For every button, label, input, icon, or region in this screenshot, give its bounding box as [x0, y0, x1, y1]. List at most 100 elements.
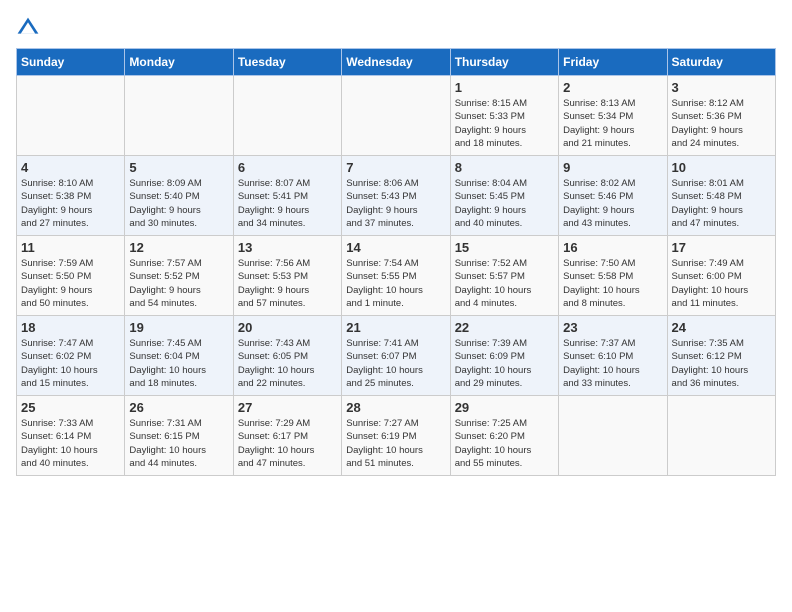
day-number: 16 [563, 240, 662, 255]
day-info: Sunrise: 8:04 AM Sunset: 5:45 PM Dayligh… [455, 177, 554, 230]
calendar-cell: 25 Sunrise: 7:33 AM Sunset: 6:14 PM Dayli… [17, 396, 125, 476]
calendar-cell: 4Sunrise: 8:10 AM Sunset: 5:38 PM Daylig… [17, 156, 125, 236]
calendar-cell: 15 Sunrise: 7:52 AM Sunset: 5:57 PM Dayli… [450, 236, 558, 316]
day-number: 13 [238, 240, 337, 255]
day-number: 28 [346, 400, 445, 415]
calendar-cell [17, 76, 125, 156]
week-row-2: 11 Sunrise: 7:59 AM Sunset: 5:50 PM Dayli… [17, 236, 776, 316]
calendar-cell: 23 Sunrise: 7:37 AM Sunset: 6:10 PM Dayli… [559, 316, 667, 396]
day-info: Sunrise: 7:43 AM Sunset: 6:05 PM Dayligh… [238, 337, 337, 390]
day-number: 23 [563, 320, 662, 335]
calendar-cell: 28 Sunrise: 7:27 AM Sunset: 6:19 PM Dayli… [342, 396, 450, 476]
calendar-cell: 10Sunrise: 8:01 AM Sunset: 5:48 PM Dayli… [667, 156, 775, 236]
day-info: Sunrise: 8:01 AM Sunset: 5:48 PM Dayligh… [672, 177, 771, 230]
day-number: 8 [455, 160, 554, 175]
header-tuesday: Tuesday [233, 49, 341, 76]
day-info: Sunrise: 7:27 AM Sunset: 6:19 PM Dayligh… [346, 417, 445, 470]
day-number: 25 [21, 400, 120, 415]
calendar-cell: 6Sunrise: 8:07 AM Sunset: 5:41 PM Daylig… [233, 156, 341, 236]
header [16, 16, 776, 40]
calendar-cell: 21 Sunrise: 7:41 AM Sunset: 6:07 PM Dayli… [342, 316, 450, 396]
calendar-cell: 2Sunrise: 8:13 AM Sunset: 5:34 PM Daylig… [559, 76, 667, 156]
day-info: Sunrise: 7:59 AM Sunset: 5:50 PM Dayligh… [21, 257, 120, 310]
calendar-cell: 5 Sunrise: 8:09 AM Sunset: 5:40 PM Daylig… [125, 156, 233, 236]
day-info: Sunrise: 7:25 AM Sunset: 6:20 PM Dayligh… [455, 417, 554, 470]
day-info: Sunrise: 7:50 AM Sunset: 5:58 PM Dayligh… [563, 257, 662, 310]
day-number: 21 [346, 320, 445, 335]
day-info: Sunrise: 8:02 AM Sunset: 5:46 PM Dayligh… [563, 177, 662, 230]
day-number: 4 [21, 160, 120, 175]
day-number: 22 [455, 320, 554, 335]
day-number: 20 [238, 320, 337, 335]
logo-icon [16, 16, 40, 40]
day-info: Sunrise: 8:15 AM Sunset: 5:33 PM Dayligh… [455, 97, 554, 150]
day-number: 27 [238, 400, 337, 415]
day-number: 5 [129, 160, 228, 175]
day-info: Sunrise: 7:33 AM Sunset: 6:14 PM Dayligh… [21, 417, 120, 470]
calendar-cell [559, 396, 667, 476]
calendar-cell [233, 76, 341, 156]
day-number: 11 [21, 240, 120, 255]
calendar-cell: 22 Sunrise: 7:39 AM Sunset: 6:09 PM Dayli… [450, 316, 558, 396]
header-monday: Monday [125, 49, 233, 76]
header-sunday: Sunday [17, 49, 125, 76]
calendar-cell: 1 Sunrise: 8:15 AM Sunset: 5:33 PM Daylig… [450, 76, 558, 156]
day-number: 19 [129, 320, 228, 335]
day-number: 26 [129, 400, 228, 415]
calendar-cell [667, 396, 775, 476]
calendar-cell: 11 Sunrise: 7:59 AM Sunset: 5:50 PM Dayli… [17, 236, 125, 316]
logo [16, 16, 44, 40]
calendar-header: SundayMondayTuesdayWednesdayThursdayFrid… [17, 49, 776, 76]
calendar-cell [125, 76, 233, 156]
day-info: Sunrise: 7:52 AM Sunset: 5:57 PM Dayligh… [455, 257, 554, 310]
header-saturday: Saturday [667, 49, 775, 76]
day-info: Sunrise: 7:47 AM Sunset: 6:02 PM Dayligh… [21, 337, 120, 390]
day-number: 9 [563, 160, 662, 175]
day-number: 15 [455, 240, 554, 255]
week-row-1: 4Sunrise: 8:10 AM Sunset: 5:38 PM Daylig… [17, 156, 776, 236]
day-info: Sunrise: 7:56 AM Sunset: 5:53 PM Dayligh… [238, 257, 337, 310]
calendar-cell: 18 Sunrise: 7:47 AM Sunset: 6:02 PM Dayli… [17, 316, 125, 396]
day-info: Sunrise: 8:09 AM Sunset: 5:40 PM Dayligh… [129, 177, 228, 230]
header-friday: Friday [559, 49, 667, 76]
day-number: 1 [455, 80, 554, 95]
day-info: Sunrise: 7:37 AM Sunset: 6:10 PM Dayligh… [563, 337, 662, 390]
day-number: 2 [563, 80, 662, 95]
week-row-3: 18 Sunrise: 7:47 AM Sunset: 6:02 PM Dayli… [17, 316, 776, 396]
calendar-cell: 19 Sunrise: 7:45 AM Sunset: 6:04 PM Dayli… [125, 316, 233, 396]
day-number: 24 [672, 320, 771, 335]
day-info: Sunrise: 8:06 AM Sunset: 5:43 PM Dayligh… [346, 177, 445, 230]
calendar-cell: 17 Sunrise: 7:49 AM Sunset: 6:00 PM Dayli… [667, 236, 775, 316]
header-thursday: Thursday [450, 49, 558, 76]
day-info: Sunrise: 7:54 AM Sunset: 5:55 PM Dayligh… [346, 257, 445, 310]
calendar-cell: 9 Sunrise: 8:02 AM Sunset: 5:46 PM Daylig… [559, 156, 667, 236]
calendar-cell: 26Sunrise: 7:31 AM Sunset: 6:15 PM Dayli… [125, 396, 233, 476]
week-row-4: 25 Sunrise: 7:33 AM Sunset: 6:14 PM Dayli… [17, 396, 776, 476]
day-info: Sunrise: 8:12 AM Sunset: 5:36 PM Dayligh… [672, 97, 771, 150]
day-number: 18 [21, 320, 120, 335]
day-info: Sunrise: 7:49 AM Sunset: 6:00 PM Dayligh… [672, 257, 771, 310]
calendar-cell: 14Sunrise: 7:54 AM Sunset: 5:55 PM Dayli… [342, 236, 450, 316]
day-number: 6 [238, 160, 337, 175]
calendar-cell: 27 Sunrise: 7:29 AM Sunset: 6:17 PM Dayli… [233, 396, 341, 476]
day-number: 3 [672, 80, 771, 95]
calendar-cell: 8 Sunrise: 8:04 AM Sunset: 5:45 PM Daylig… [450, 156, 558, 236]
calendar-cell: 29 Sunrise: 7:25 AM Sunset: 6:20 PM Dayli… [450, 396, 558, 476]
calendar-cell: 7Sunrise: 8:06 AM Sunset: 5:43 PM Daylig… [342, 156, 450, 236]
day-number: 12 [129, 240, 228, 255]
day-info: Sunrise: 7:29 AM Sunset: 6:17 PM Dayligh… [238, 417, 337, 470]
calendar-cell: 24Sunrise: 7:35 AM Sunset: 6:12 PM Dayli… [667, 316, 775, 396]
header-row: SundayMondayTuesdayWednesdayThursdayFrid… [17, 49, 776, 76]
calendar-cell [342, 76, 450, 156]
day-info: Sunrise: 7:41 AM Sunset: 6:07 PM Dayligh… [346, 337, 445, 390]
day-info: Sunrise: 7:57 AM Sunset: 5:52 PM Dayligh… [129, 257, 228, 310]
calendar-body: 1 Sunrise: 8:15 AM Sunset: 5:33 PM Daylig… [17, 76, 776, 476]
calendar-cell: 16 Sunrise: 7:50 AM Sunset: 5:58 PM Dayli… [559, 236, 667, 316]
day-info: Sunrise: 7:45 AM Sunset: 6:04 PM Dayligh… [129, 337, 228, 390]
day-number: 17 [672, 240, 771, 255]
day-number: 29 [455, 400, 554, 415]
calendar-cell: 3 Sunrise: 8:12 AM Sunset: 5:36 PM Daylig… [667, 76, 775, 156]
day-info: Sunrise: 7:39 AM Sunset: 6:09 PM Dayligh… [455, 337, 554, 390]
calendar-cell: 13 Sunrise: 7:56 AM Sunset: 5:53 PM Dayli… [233, 236, 341, 316]
calendar-cell: 20 Sunrise: 7:43 AM Sunset: 6:05 PM Dayli… [233, 316, 341, 396]
